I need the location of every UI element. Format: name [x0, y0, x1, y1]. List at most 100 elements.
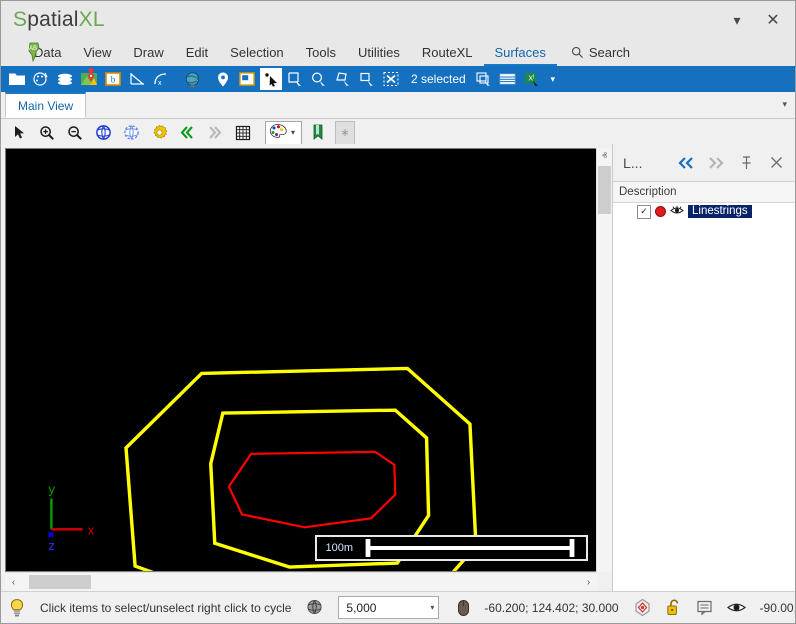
africa-ab-logo-icon[interactable]: AB	[23, 41, 45, 63]
canvas-container: y x z 100m ⱏ ⱟ ‹ ›	[1, 144, 612, 591]
tab-overflow-caret-icon[interactable]: ▾	[782, 99, 787, 110]
scale-select-container[interactable]: 5,000 ▾	[331, 592, 446, 623]
map-pin-icon[interactable]	[78, 68, 100, 90]
ribbon-overflow-caret-icon[interactable]: ▾	[544, 74, 562, 85]
globe-scale-icon[interactable]	[298, 592, 331, 623]
list-item[interactable]: ✓ Linestrings	[613, 203, 795, 220]
canvas-horizontal-scrollbar[interactable]: ‹ ›	[5, 572, 597, 591]
pointer-icon[interactable]	[5, 120, 33, 146]
menu-item-edit[interactable]: Edit	[175, 42, 219, 66]
view-angle-eye-icon[interactable]	[720, 592, 753, 623]
canvas-vertical-scrollbar[interactable]: ⱏ ⱟ	[596, 148, 612, 572]
layers-icon[interactable]	[54, 68, 76, 90]
select-pointer-icon[interactable]	[260, 68, 282, 90]
scroll-left-arrow[interactable]: ‹	[5, 573, 22, 591]
chevron-down-icon[interactable]: ▾	[430, 603, 434, 612]
select-rectangle-icon[interactable]	[284, 68, 306, 90]
scroll-right-arrow[interactable]: ›	[580, 573, 597, 591]
table-view-icon[interactable]	[497, 68, 519, 90]
menu-item-routexl[interactable]: RouteXL	[411, 42, 484, 66]
list-item-label: Linestrings	[688, 205, 752, 218]
axis-label-z: z	[48, 538, 55, 553]
scroll-down-arrow[interactable]: ⱟ	[597, 556, 612, 572]
menu-item-utilities[interactable]: Utilities	[347, 42, 411, 66]
menu-search-label: Search	[589, 45, 630, 60]
color-picker-caret-icon[interactable]: ▾	[287, 128, 299, 137]
star-button[interactable]: ∗	[335, 121, 355, 145]
status-bar: Click items to select/unselect right cli…	[1, 591, 795, 623]
previous-view-icon[interactable]	[173, 120, 201, 146]
close-window-button[interactable]: ✕	[759, 7, 787, 33]
curve-x-icon[interactable]: x	[150, 68, 172, 90]
forward-arrows-icon[interactable]	[701, 149, 731, 177]
scale-select[interactable]: 5,000 ▾	[338, 596, 439, 619]
globe-icon[interactable]	[181, 68, 203, 90]
bookmark-flag-icon[interactable]	[304, 120, 332, 146]
layer-color-swatch[interactable]	[655, 206, 666, 217]
eye-icon[interactable]	[670, 205, 684, 219]
snap-target-icon[interactable]	[626, 592, 659, 623]
location-pin-icon[interactable]	[212, 68, 234, 90]
color-palette-icon	[268, 123, 287, 143]
axis-triad: y x z	[48, 482, 94, 553]
open-folder-icon[interactable]	[6, 68, 28, 90]
view-angles-readout: -90.00, 0.00, 0.00	[753, 592, 796, 623]
layers-list[interactable]: ✓ Linestrings	[613, 203, 795, 591]
inner-contour	[229, 452, 395, 527]
scale-value: 5,000	[346, 601, 376, 615]
view-angles-text: -90.00, 0.00, 0.00	[760, 601, 796, 615]
view-toolbar: ▾ ∗	[1, 119, 795, 147]
ribbon-toolbar: b x 2 selected X ! ▾	[1, 66, 795, 92]
scale-bar-label: 100m	[325, 542, 353, 554]
horizontal-scroll-thumb[interactable]	[29, 575, 91, 589]
palette-pin-icon[interactable]	[30, 68, 52, 90]
zoom-in-icon[interactable]	[33, 120, 61, 146]
clear-selection-icon[interactable]	[380, 68, 402, 90]
menu-search[interactable]: Search	[557, 42, 640, 66]
layers-column-header[interactable]: Description	[613, 182, 795, 203]
next-view-icon[interactable]	[201, 120, 229, 146]
copy-selection-icon[interactable]	[473, 68, 495, 90]
select-circle-icon[interactable]	[308, 68, 330, 90]
map-canvas[interactable]: y x z 100m	[5, 148, 597, 572]
tab-main-view[interactable]: Main View	[5, 92, 86, 118]
vertical-scroll-thumb[interactable]	[598, 166, 611, 214]
export-excel-icon[interactable]: X!	[521, 68, 543, 90]
note-icon[interactable]	[689, 592, 720, 623]
close-icon: ✕	[766, 10, 779, 30]
back-arrows-icon[interactable]	[671, 149, 701, 177]
menu-bar: AB Data View Draw Edit Selection Tools U…	[1, 39, 795, 66]
settings-gear-icon[interactable]	[145, 120, 173, 146]
zoom-extents-icon[interactable]	[89, 120, 117, 146]
select-polygon-icon[interactable]	[332, 68, 354, 90]
pin-icon[interactable]	[731, 149, 761, 177]
zoom-out-icon[interactable]	[61, 120, 89, 146]
zoom-window-icon[interactable]	[117, 120, 145, 146]
mouse-icon	[450, 592, 477, 623]
select-crop-icon[interactable]	[356, 68, 378, 90]
menu-item-surfaces[interactable]: Surfaces	[484, 42, 557, 66]
layer-visibility-checkbox[interactable]: ✓	[637, 205, 651, 219]
menu-item-draw[interactable]: Draw	[122, 42, 174, 66]
main-area: y x z 100m ⱏ ⱟ ‹ › L... Description ✓ Li…	[1, 144, 795, 591]
boundary-icon[interactable]: b	[102, 68, 124, 90]
window-icon[interactable]	[236, 68, 258, 90]
menu-item-selection[interactable]: Selection	[219, 42, 294, 66]
layers-panel-title: L...	[623, 155, 671, 171]
coordinates-text: -60.200; 124.402; 30.000	[484, 601, 618, 615]
color-picker-combo[interactable]: ▾	[265, 121, 302, 145]
menu-item-tools[interactable]: Tools	[295, 42, 347, 66]
selection-count-label: 2 selected	[403, 72, 472, 86]
svg-text:x: x	[158, 80, 162, 87]
menu-item-view[interactable]: View	[72, 42, 122, 66]
scroll-up-arrow[interactable]: ⱏ	[597, 148, 612, 164]
minimize-button[interactable]: ▾	[723, 7, 751, 33]
status-hint: Click items to select/unselect right cli…	[33, 592, 298, 623]
coordinates-readout: -60.200; 124.402; 30.000	[477, 592, 625, 623]
close-icon[interactable]	[761, 149, 791, 177]
grid-icon[interactable]	[229, 120, 257, 146]
layers-panel-header: L...	[613, 144, 795, 182]
measure-angle-icon[interactable]	[126, 68, 148, 90]
hint-icon-container[interactable]	[1, 592, 33, 623]
unlocked-padlock-icon[interactable]	[659, 592, 689, 623]
